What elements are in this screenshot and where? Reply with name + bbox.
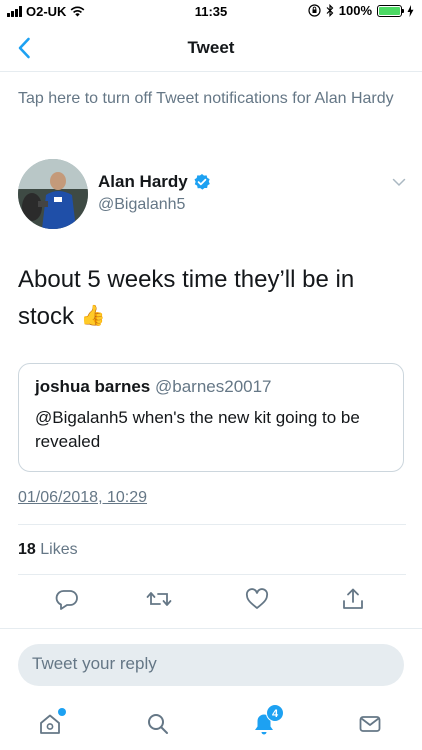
thumbs-up-emoji: 👍 bbox=[80, 305, 106, 327]
tweet-text-body: About 5 weeks time they’ll be in stock bbox=[18, 266, 355, 330]
tab-notifications[interactable]: 4 bbox=[250, 704, 284, 738]
bluetooth-icon bbox=[326, 4, 334, 17]
author-name-text: Alan Hardy bbox=[98, 172, 188, 191]
status-right-group: 100% bbox=[308, 3, 414, 18]
tab-bar: 4 bbox=[0, 700, 422, 750]
notification-toggle-prompt[interactable]: Tap here to turn off Tweet notifications… bbox=[18, 88, 404, 110]
like-button[interactable] bbox=[244, 586, 270, 612]
divider bbox=[18, 524, 406, 525]
tweet-text: About 5 weeks time they’ll be in stock 👍 bbox=[18, 262, 408, 335]
retweet-icon bbox=[146, 592, 172, 606]
chevron-down-icon[interactable] bbox=[392, 176, 406, 188]
notifications-badge: 4 bbox=[266, 704, 284, 722]
status-bar: O2-UK 11:35 100% bbox=[0, 0, 422, 24]
charging-icon bbox=[407, 4, 414, 17]
likes-count[interactable]: 18 Likes bbox=[18, 541, 78, 559]
avatar-image bbox=[18, 159, 88, 229]
home-icon bbox=[40, 714, 60, 734]
nav-bar: Tweet bbox=[0, 24, 422, 72]
author-handle[interactable]: @Bigalanh5 bbox=[98, 196, 185, 214]
heart-icon bbox=[245, 588, 269, 609]
likes-label: Likes bbox=[40, 541, 78, 558]
quoted-author-name: joshua barnes bbox=[35, 377, 151, 396]
author-name[interactable]: Alan Hardy bbox=[98, 172, 211, 192]
avatar[interactable] bbox=[18, 159, 88, 229]
battery-fill bbox=[379, 6, 400, 15]
share-button[interactable] bbox=[340, 586, 366, 612]
new-content-dot bbox=[58, 708, 66, 716]
share-icon bbox=[343, 588, 363, 609]
tweet-timestamp[interactable]: 01/06/2018, 10:29 bbox=[18, 489, 147, 507]
tab-search[interactable] bbox=[144, 710, 172, 738]
divider bbox=[0, 628, 422, 629]
verified-badge-icon bbox=[194, 174, 210, 190]
quoted-tweet-text: @Bigalanh5 when's the new kit going to b… bbox=[35, 408, 360, 451]
retweet-button[interactable] bbox=[146, 586, 172, 612]
reply-input[interactable]: Tweet your reply bbox=[18, 644, 404, 686]
battery-percent: 100% bbox=[338, 3, 372, 18]
search-icon bbox=[148, 714, 168, 734]
mail-icon bbox=[359, 716, 381, 732]
tweet-actions bbox=[0, 586, 422, 612]
quoted-author-handle: @barnes20017 bbox=[155, 377, 272, 396]
quoted-tweet[interactable]: joshua barnes @barnes20017 @Bigalanh5 wh… bbox=[18, 363, 404, 472]
battery-icon bbox=[377, 4, 404, 17]
tab-home[interactable] bbox=[36, 708, 66, 738]
orientation-lock-icon bbox=[308, 4, 321, 17]
tab-messages[interactable] bbox=[356, 710, 384, 738]
reply-icon bbox=[55, 590, 78, 610]
divider bbox=[18, 574, 406, 575]
likes-number: 18 bbox=[18, 541, 36, 558]
page-title: Tweet bbox=[187, 38, 235, 57]
quoted-tweet-header: joshua barnes @barnes20017 bbox=[35, 376, 387, 398]
reply-button[interactable] bbox=[54, 586, 80, 612]
